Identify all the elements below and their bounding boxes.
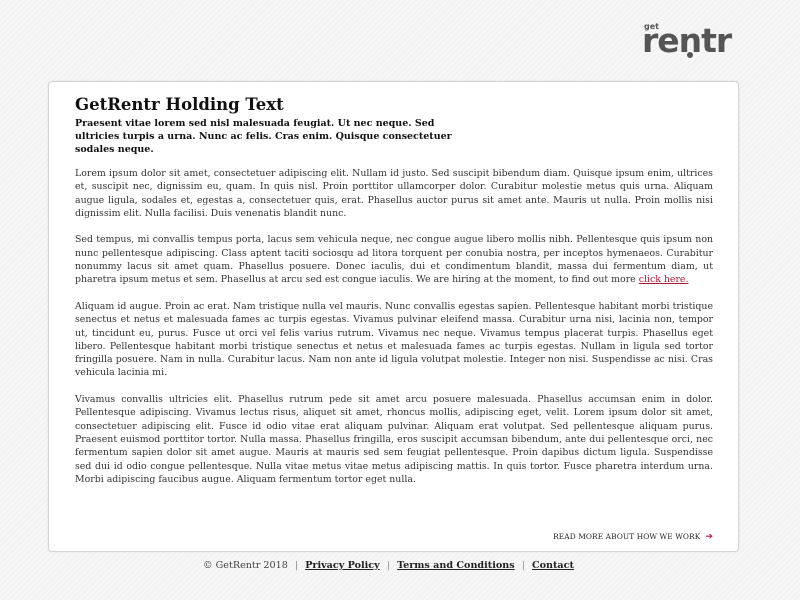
paragraph-3: Aliquam id augue. Proin ac erat. Nam tri… [75, 300, 713, 379]
read-more-link[interactable]: READ MORE ABOUT HOW WE WORK ➔ [553, 532, 713, 542]
paragraph-4: Vivamus convallis ultricies elit. Phasel… [75, 394, 713, 485]
copyright-text: © GetRentr 2018 [203, 560, 288, 571]
logo-rentr-text: rentr [642, 21, 732, 60]
paragraph-2: Sed tempus, mi convallis tempus porta, l… [75, 233, 713, 286]
footer-separator: | [386, 560, 391, 571]
body-text: Lorem ipsum dolor sit amet, consectetuer… [75, 167, 713, 499]
arrow-right-icon: ➔ [705, 532, 713, 542]
getrentr-logo[interactable]: get rentr [642, 22, 742, 62]
logo-dot-icon [687, 52, 693, 58]
page-subtitle: Praesent vitae lorem sed nisl malesuada … [75, 118, 452, 155]
hiring-link[interactable]: click here. [639, 274, 689, 285]
contact-link[interactable]: Contact [532, 560, 574, 571]
page-title: GetRentr Holding Text [75, 95, 284, 114]
paragraph-1: Lorem ipsum dolor sit amet, consectetuer… [75, 168, 713, 219]
footer: © GetRentr 2018 | Privacy Policy | Terms… [203, 560, 574, 571]
privacy-policy-link[interactable]: Privacy Policy [305, 560, 380, 571]
paragraph-2-text: Sed tempus, mi convallis tempus porta, l… [75, 234, 713, 286]
content-card: GetRentr Holding Text Praesent vitae lor… [48, 81, 739, 552]
read-more-label: READ MORE ABOUT HOW WE WORK [553, 532, 701, 541]
footer-separator: | [294, 560, 299, 571]
footer-separator: | [521, 560, 525, 571]
terms-link[interactable]: Terms and Conditions [397, 560, 515, 571]
